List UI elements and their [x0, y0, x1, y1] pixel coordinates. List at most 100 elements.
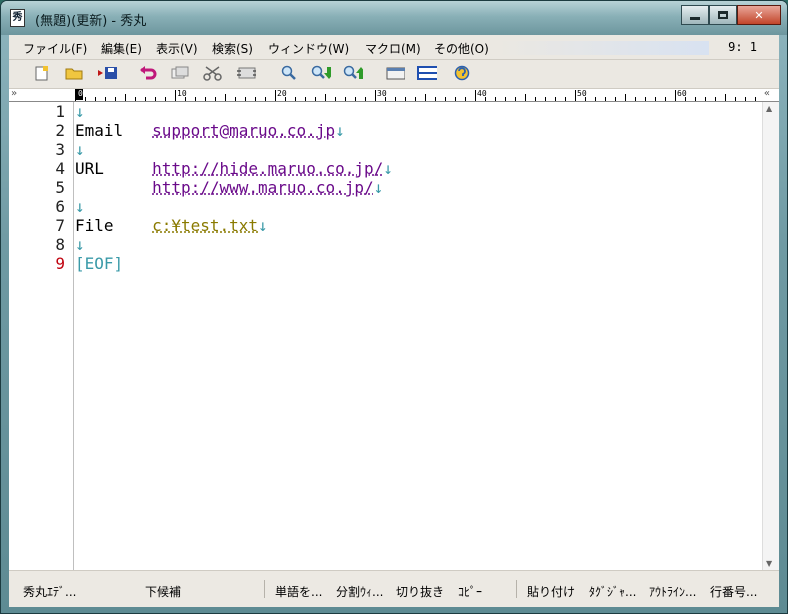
text-editor[interactable]: 1 ↓ 2 Email support@maruo.co.jp↓ 3 ↓ 4 URL http…: [9, 102, 779, 570]
fkey-12[interactable]: 行番号...: [710, 583, 757, 600]
line-content[interactable]: ↓: [75, 140, 85, 159]
newline-mark: ↓: [335, 121, 345, 140]
eof-marker: [EOF]: [75, 254, 124, 273]
menu-file[interactable]: ファイル(F): [23, 40, 87, 57]
help-button[interactable]: [452, 64, 472, 82]
find-button[interactable]: [279, 64, 299, 82]
line-number: 6: [55, 197, 65, 216]
ruler-label-60: 60: [677, 89, 687, 98]
scroll-up-icon[interactable]: ▲: [766, 104, 772, 113]
search-up-icon: [343, 65, 363, 79]
fkey-7[interactable]: 切り抜き: [396, 583, 444, 600]
newline-mark: ↓: [75, 140, 85, 159]
editor-line[interactable]: 5 http://www.maruo.co.jp/↓: [9, 178, 749, 197]
editor-line[interactable]: 3 ↓: [9, 140, 749, 159]
newline-mark: ↓: [373, 178, 384, 197]
save-button[interactable]: [97, 64, 117, 82]
line-content[interactable]: http://www.maruo.co.jp/↓: [75, 178, 383, 197]
ruler-label-50: 50: [577, 89, 587, 98]
url-link[interactable]: http://www.maruo.co.jp/: [152, 178, 374, 197]
cut-toolbar-button[interactable]: [203, 64, 223, 82]
close-button[interactable]: ✕: [737, 5, 781, 25]
new-file-button[interactable]: [32, 64, 52, 82]
fkey-1[interactable]: 秀丸ｴﾃﾞ...: [23, 583, 76, 600]
line-number: 4: [55, 159, 65, 178]
url-link[interactable]: support@maruo.co.jp: [152, 121, 335, 140]
menu-window[interactable]: ウィンドウ(W): [268, 40, 349, 57]
line-number: 2: [55, 121, 65, 140]
split-window-button[interactable]: [417, 64, 437, 82]
ruler-label-20: 20: [277, 89, 287, 98]
hidemaru-window: 秀 (無題)(更新) - 秀丸 ✕ ファイル(F) 編集(E) 表示(V) 検索…: [0, 0, 788, 614]
help-icon: [454, 65, 470, 81]
editor-line[interactable]: 6 ↓: [9, 197, 749, 216]
newline-mark: ↓: [383, 159, 393, 178]
fkey-5[interactable]: 単語を...: [275, 583, 322, 600]
find-prev-button[interactable]: [343, 64, 363, 82]
close-icon: ✕: [754, 8, 764, 22]
new-file-icon: [35, 66, 48, 81]
maximize-button[interactable]: [709, 5, 737, 25]
client-area: ファイル(F) 編集(E) 表示(V) 検索(S) ウィンドウ(W) マクロ(M…: [9, 35, 779, 607]
url-link[interactable]: http://hide.maruo.co.jp/: [152, 159, 383, 178]
scissors-icon: [203, 66, 222, 81]
line-content[interactable]: URL http://hide.maruo.co.jp/↓: [75, 159, 393, 178]
editor-line[interactable]: 4 URL http://hide.maruo.co.jp/↓: [9, 159, 749, 178]
line-text: File: [75, 216, 153, 235]
line-number: 1: [55, 102, 65, 121]
save-icon: [98, 67, 117, 79]
toolbar: [9, 60, 779, 89]
minimize-button[interactable]: [681, 5, 709, 25]
line-content[interactable]: Email support@maruo.co.jp↓: [75, 121, 345, 140]
line-number: 5: [55, 178, 65, 197]
undo-button[interactable]: [138, 64, 158, 82]
menu-search[interactable]: 検索(S): [212, 40, 253, 57]
menu-other[interactable]: その他(O): [434, 40, 489, 57]
undo-icon: [140, 66, 157, 80]
editor-line[interactable]: 2 Email support@maruo.co.jp↓: [9, 121, 749, 140]
fkey-10[interactable]: ﾀｸﾞｼﾞｬ...: [589, 583, 636, 600]
find-next-button[interactable]: [311, 64, 331, 82]
copy-toolbar-button[interactable]: [170, 64, 190, 82]
window-toolbar-button[interactable]: [385, 64, 405, 82]
ruler-label-0: 0: [78, 89, 83, 98]
line-number: 3: [55, 140, 65, 159]
line-content[interactable]: ↓: [75, 102, 85, 121]
menu-macro[interactable]: マクロ(M): [365, 40, 421, 57]
fkey-9[interactable]: 貼り付け: [527, 583, 575, 600]
line-content[interactable]: ↓: [75, 235, 85, 254]
ruler-right-marker: «: [764, 88, 771, 99]
fkey-2[interactable]: 下候補: [145, 583, 181, 600]
ruler-left-marker: »: [11, 88, 18, 99]
title-bar[interactable]: 秀 (無題)(更新) - 秀丸 ✕: [1, 1, 787, 35]
open-file-button[interactable]: [64, 64, 84, 82]
file-link[interactable]: c:¥test.txt: [152, 216, 258, 235]
newline-mark: ↓: [258, 216, 268, 235]
line-text: Email: [75, 121, 153, 140]
window-title: (無題)(更新) - 秀丸: [35, 14, 147, 29]
vertical-scrollbar[interactable]: ▲ ▼: [762, 102, 779, 570]
scroll-down-icon[interactable]: ▼: [766, 559, 772, 568]
menu-view[interactable]: 表示(V): [156, 40, 198, 57]
ruler-label-40: 40: [477, 89, 487, 98]
line-content[interactable]: [EOF]: [75, 254, 123, 273]
line-content[interactable]: ↓: [75, 197, 85, 216]
editor-line[interactable]: 1 ↓: [9, 102, 749, 121]
fkey-11[interactable]: ｱｳﾄﾗｲﾝ...: [649, 583, 696, 600]
editor-line[interactable]: 9 [EOF]: [9, 254, 749, 273]
hidemaru-app-icon[interactable]: 秀: [10, 9, 25, 27]
menu-bar: ファイル(F) 編集(E) 表示(V) 検索(S) ウィンドウ(W) マクロ(M…: [9, 35, 779, 60]
ruler[interactable]: » 0 10 20 30 40 50 60 «: [9, 89, 779, 102]
fkey-separator: [264, 580, 265, 598]
window-icon: [386, 67, 405, 80]
editor-line[interactable]: 7 File c:¥test.txt↓: [9, 216, 749, 235]
editor-line[interactable]: 8 ↓: [9, 235, 749, 254]
fkey-8[interactable]: ｺﾋﾟｰ: [458, 583, 482, 600]
line-content[interactable]: File c:¥test.txt↓: [75, 216, 268, 235]
menu-edit[interactable]: 編集(E): [101, 40, 142, 57]
fkey-6[interactable]: 分割ｳｨ...: [336, 583, 383, 600]
paste-toolbar-button[interactable]: [236, 64, 256, 82]
function-key-bar: 秀丸ｴﾃﾞ... 下候補 単語を... 分割ｳｨ... 切り抜き ｺﾋﾟｰ 貼り…: [9, 570, 779, 607]
maximize-icon: [718, 11, 728, 19]
copy-icon: [171, 66, 189, 79]
